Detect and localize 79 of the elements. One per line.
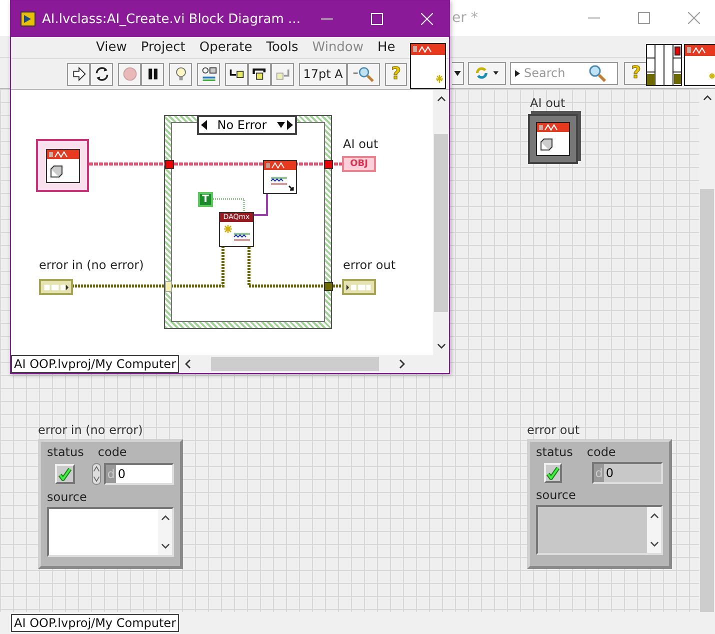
highlight-button[interactable] bbox=[169, 62, 192, 86]
class-icon bbox=[46, 148, 80, 182]
source-label: source bbox=[47, 490, 88, 504]
case-selector-terminal bbox=[165, 281, 172, 292]
vertical-scrollbar[interactable] bbox=[699, 89, 715, 612]
step-over-button[interactable] bbox=[248, 62, 271, 86]
status-indicator[interactable] bbox=[55, 464, 76, 484]
scroll-left-icon[interactable] bbox=[185, 359, 191, 369]
dropdown-button[interactable] bbox=[452, 62, 464, 84]
decrement-arrow-icon[interactable] bbox=[201, 120, 207, 130]
menu-item[interactable]: Project bbox=[140, 40, 186, 55]
window-title: er * bbox=[452, 10, 478, 26]
scroll-down-icon[interactable] bbox=[650, 541, 658, 547]
scroll-up-icon[interactable] bbox=[160, 515, 170, 521]
tunnel bbox=[324, 282, 333, 291]
app-icon bbox=[20, 11, 36, 27]
boolean-constant: T bbox=[198, 192, 213, 207]
cluster-label: error in (no error) bbox=[38, 423, 143, 437]
connector-pane-icon bbox=[646, 44, 682, 86]
triangle-icon bbox=[515, 70, 520, 76]
pause-button[interactable] bbox=[141, 62, 164, 86]
code-label: code bbox=[98, 445, 127, 459]
search-input[interactable]: Search bbox=[524, 66, 584, 80]
terminal-label: AI out bbox=[343, 137, 378, 151]
case-selector[interactable]: No Error bbox=[197, 115, 297, 135]
window-title: AI.lvclass:AI_Create.vi Block Diagram ... bbox=[42, 12, 300, 26]
class-icon bbox=[536, 122, 570, 156]
menu-item[interactable]: He bbox=[378, 40, 396, 55]
scroll-up-icon[interactable] bbox=[436, 96, 446, 102]
circular-arrows-icon bbox=[94, 66, 110, 82]
property-node bbox=[263, 160, 297, 194]
cluster-icon bbox=[345, 282, 373, 292]
search-icon bbox=[588, 64, 606, 82]
run-continuously-button[interactable] bbox=[90, 62, 113, 86]
cluster-icon bbox=[42, 282, 70, 292]
increment-arrow-icon[interactable] bbox=[287, 120, 293, 130]
object-indicator[interactable] bbox=[528, 114, 578, 164]
wire bbox=[254, 194, 268, 216]
step-into-button[interactable] bbox=[225, 62, 248, 86]
source-field[interactable] bbox=[536, 505, 663, 555]
project-path: AI OOP.lvproj/My Computer bbox=[11, 614, 179, 632]
step-over-icon bbox=[252, 66, 268, 82]
scroll-down-icon[interactable] bbox=[160, 543, 170, 549]
zoom-button[interactable] bbox=[347, 62, 380, 86]
status-label: status bbox=[47, 445, 84, 459]
retain-button[interactable] bbox=[197, 62, 220, 86]
vi-icon bbox=[684, 44, 715, 86]
menu-item[interactable]: Operate bbox=[199, 40, 252, 55]
scroll-up-icon[interactable] bbox=[650, 513, 658, 519]
object-terminal: OBJ bbox=[342, 156, 376, 172]
wire bbox=[212, 198, 244, 212]
vertical-scrollbar[interactable] bbox=[433, 90, 449, 355]
indicator-label: AI out bbox=[530, 96, 566, 110]
code-label: code bbox=[586, 445, 616, 459]
search-field[interactable]: Search bbox=[510, 62, 618, 84]
scroll-up-icon[interactable] bbox=[702, 95, 712, 101]
caret-icon[interactable] bbox=[277, 122, 285, 128]
increment-arrows-icon[interactable] bbox=[92, 462, 102, 486]
project-path: AI OOP.lvproj/My Computer bbox=[11, 355, 179, 373]
source-label: source bbox=[536, 488, 577, 502]
tunnel bbox=[324, 160, 333, 169]
scroll-right-icon[interactable] bbox=[399, 359, 405, 369]
magnifier-icon bbox=[352, 66, 374, 82]
font-button[interactable]: 17pt A bbox=[299, 62, 347, 86]
terminal-label: error out bbox=[343, 258, 396, 272]
menu-item[interactable]: Tools bbox=[266, 40, 298, 55]
scroll-down-icon[interactable] bbox=[436, 343, 446, 349]
terminal-label: error in (no error) bbox=[39, 258, 144, 272]
source-field[interactable] bbox=[47, 507, 174, 557]
caret-icon bbox=[454, 70, 461, 76]
status-indicator[interactable] bbox=[544, 463, 562, 483]
run-button[interactable] bbox=[67, 62, 90, 86]
tunnel bbox=[165, 160, 174, 169]
status-label: status bbox=[536, 445, 573, 459]
menu-item[interactable]: View bbox=[96, 40, 127, 55]
cluster-label: error out bbox=[527, 423, 580, 437]
stop-icon bbox=[122, 66, 138, 82]
arrow-icon bbox=[70, 66, 86, 82]
probe-icon bbox=[200, 66, 216, 82]
